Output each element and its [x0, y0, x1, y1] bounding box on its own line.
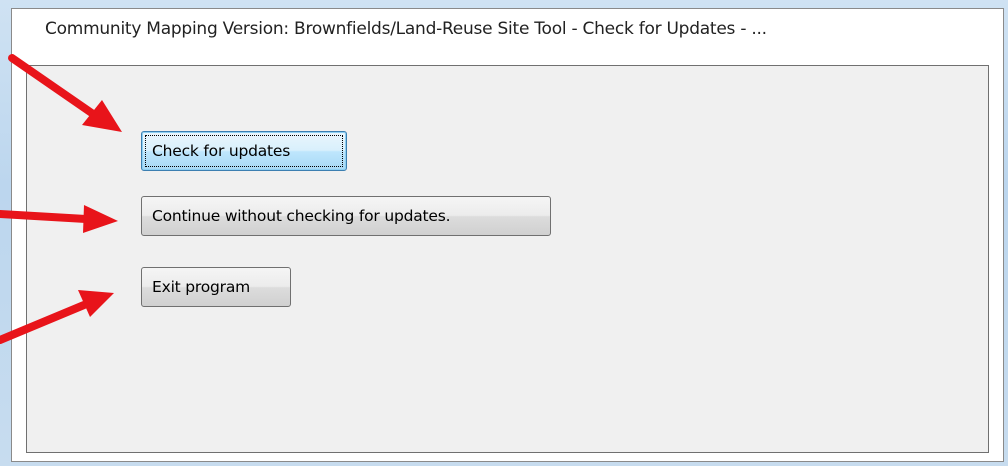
title-bar[interactable]: Community Mapping Version: Brownfields/L… [12, 9, 1003, 61]
window-title: Community Mapping Version: Brownfields/L… [45, 19, 767, 39]
update-dialog-window: Community Mapping Version: Brownfields/L… [11, 8, 1004, 462]
check-for-updates-label: Check for updates [152, 142, 291, 160]
check-for-updates-button[interactable]: Check for updates [141, 131, 347, 171]
exit-program-label: Exit program [152, 278, 251, 296]
continue-without-updates-button[interactable]: Continue without checking for updates. [141, 196, 551, 236]
dialog-client-area: Check for updates Continue without check… [26, 65, 989, 453]
exit-program-button[interactable]: Exit program [141, 267, 291, 307]
continue-without-updates-label: Continue without checking for updates. [152, 207, 451, 225]
